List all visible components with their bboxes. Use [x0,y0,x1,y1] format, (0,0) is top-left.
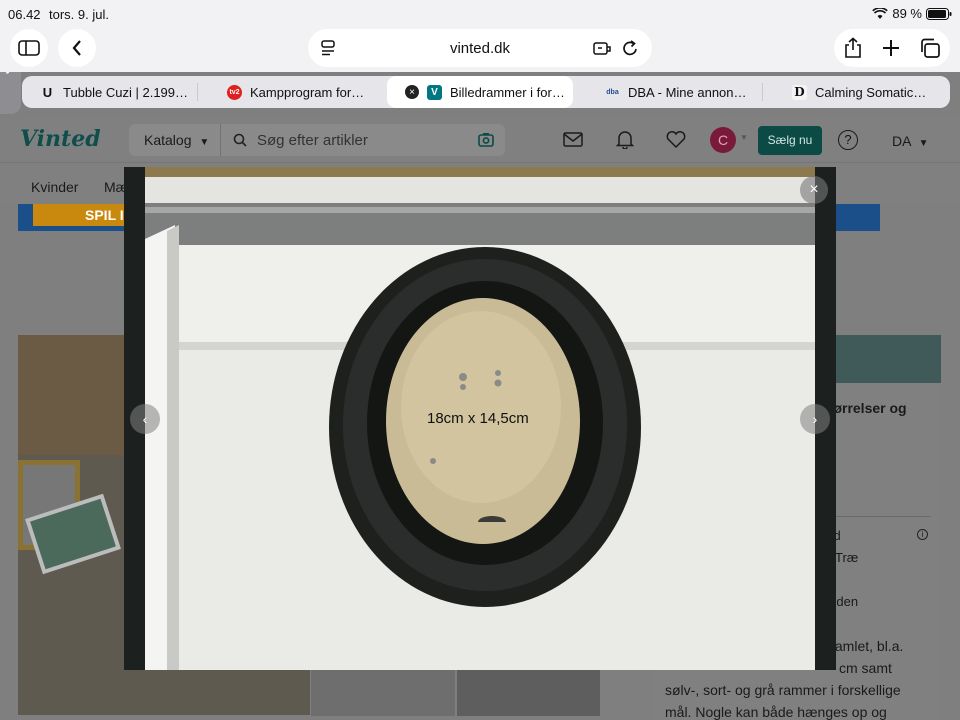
nav-kvinder[interactable]: Kvinder [31,179,78,195]
address-bar[interactable]: vinted.dk [308,29,652,67]
description-line: cm samt [839,660,892,676]
new-tab-icon[interactable] [882,39,900,57]
close-lightbox-button[interactable]: × [800,176,828,204]
photo-caption: 18cm x 14,5cm [427,410,529,427]
description-line: mål. Nogle kan både hænges op og [665,704,887,720]
image-lightbox: 18cm x 14,5cm [124,167,836,670]
chevron-down-icon[interactable]: ▼ [740,133,748,142]
browser-toolbar: vinted.dk [0,28,960,72]
tab-label: Tubble Cuzi | 2.199… [63,84,189,100]
sidebar-toggle-button[interactable] [10,29,48,67]
dba-favicon-icon: dba [606,88,619,96]
tab-calming[interactable]: D Calming Somatic… [774,76,950,108]
chevron-down-icon: ▼ [199,137,210,148]
close-tab-icon[interactable]: × [405,85,419,99]
description-line: sølv-, sort- og grå rammer i forskellige [665,682,901,698]
toolbar-actions [834,29,950,67]
avatar[interactable]: C [710,127,736,153]
tab-tubble[interactable]: U Tubble Cuzi | 2.199… [22,76,198,108]
reload-icon[interactable] [622,39,639,57]
calming-favicon-icon: D [792,84,807,100]
sell-now-button[interactable]: Sælg nu [758,126,822,155]
bell-icon[interactable] [616,130,634,149]
search-bar[interactable]: Katalog ▼ Søg efter artikler [129,124,505,156]
tab-billedrammer[interactable]: × V Billedrammer i for… [387,76,573,108]
tab-label: DBA - Mine annon… [628,84,747,100]
tab-kampprogram[interactable]: tv2 Kampprogram for… [209,76,385,108]
status-bar: 06.42 tors. 9. jul. 89 % [0,0,960,28]
language-selector[interactable]: DA ▼ [892,133,928,149]
extension-icon[interactable] [593,40,611,56]
search-input[interactable]: Søg efter artikler [257,132,368,149]
sidebar-icon [18,40,40,56]
material-value: Træ [835,550,859,565]
tab-label: Billedrammer i for… [450,84,565,100]
help-icon[interactable]: ? [838,130,858,150]
share-icon[interactable] [844,37,862,59]
info-icon[interactable]: i [917,529,928,540]
site-header: Vinted Katalog ▼ Søg efter artikler C ▼ … [0,118,960,162]
back-button[interactable] [58,29,96,67]
status-date: tors. 9. jul. [49,7,109,22]
battery-icon [926,7,952,20]
catalog-dropdown[interactable]: Katalog ▼ [129,124,221,156]
chevron-down-icon: ▼ [918,138,929,149]
previous-image-button[interactable]: ‹ [130,404,160,434]
chevron-left-icon [72,40,81,56]
battery-percent: 89 % [892,6,922,21]
next-image-button[interactable]: › [800,404,830,434]
search-icon [233,133,247,147]
tubble-favicon-icon: U [42,84,53,100]
tabs-overview-icon[interactable] [919,38,941,58]
heart-icon[interactable] [666,131,686,148]
camera-search-icon[interactable] [478,132,494,147]
lightbox-photo: 18cm x 14,5cm [145,167,815,670]
tab-dba[interactable]: dba DBA - Mine annon… [587,76,763,108]
inbox-icon[interactable] [563,132,583,147]
status-time: 06.42 [8,7,41,22]
tv2-favicon-icon: tv2 [227,84,242,100]
tab-label: Calming Somatic… [815,84,927,100]
vinted-favicon-icon: V [427,84,442,100]
tab-strip: U Tubble Cuzi | 2.199… tv2 Kampprogram f… [22,76,950,108]
tab-label: Kampprogram for… [250,84,365,100]
vinted-logo[interactable]: Vinted [20,126,101,152]
wifi-icon [872,7,889,19]
